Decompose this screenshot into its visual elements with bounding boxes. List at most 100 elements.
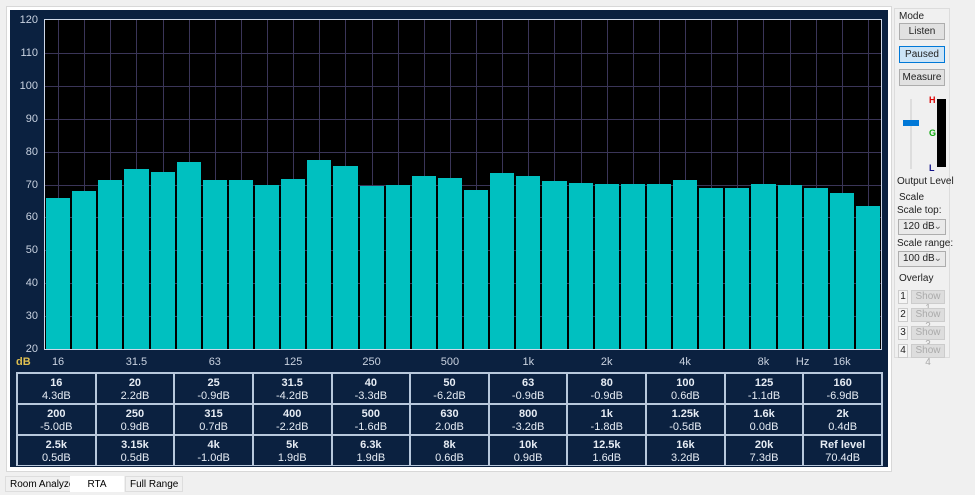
band-frequency: 63: [522, 377, 535, 389]
x-tick-label: 31.5: [125, 356, 148, 368]
band-frequency: 250: [125, 408, 145, 420]
output-level-label: Output Level: [897, 176, 954, 187]
x-tick-label: 16k: [832, 356, 851, 368]
band-frequency: 1.25k: [671, 408, 700, 420]
y-tick-label: 80: [25, 145, 38, 158]
band-cell: 1.6k 0.0dB: [724, 404, 804, 435]
overlay-3-select[interactable]: 3: [898, 326, 908, 340]
band-frequency: 2k: [836, 408, 849, 420]
bar-160: [307, 159, 332, 349]
band-deviation: -0.5dB: [669, 421, 702, 433]
y-tick-label: 100: [19, 79, 38, 92]
grid-line-h: [45, 52, 881, 54]
scale-top-select[interactable]: 120 dB ⌄: [898, 219, 946, 235]
x-tick-label: Hz: [795, 356, 810, 368]
bar-5k: [699, 188, 724, 349]
band-frequency: 500: [361, 408, 381, 420]
band-frequency: 16k: [676, 439, 695, 451]
band-deviation: -1.1dB: [747, 390, 781, 402]
bar-1.25k: [542, 181, 567, 349]
band-cell: 5k 1.9dB: [252, 435, 332, 466]
bar-10k: [777, 185, 802, 349]
band-deviation: -6.2dB: [433, 390, 466, 402]
band-deviation: -2.2dB: [276, 421, 309, 433]
show-overlay-4-button[interactable]: Show 4: [911, 344, 945, 368]
grid-line-h: [45, 151, 881, 153]
band-cell: Ref level 70.4dB: [803, 435, 882, 466]
band-deviation: 0.7dB: [199, 421, 228, 433]
band-frequency: 40: [364, 377, 377, 389]
bar-100: [255, 184, 280, 349]
scale-group-title: Scale: [899, 192, 925, 203]
band-cell: 800 -3.2dB: [488, 404, 568, 435]
measure-button[interactable]: Measure: [899, 69, 945, 86]
show-overlay-3-button[interactable]: Show 3: [911, 326, 945, 350]
y-tick-label: 20: [25, 343, 38, 355]
tab-full-range[interactable]: Full Range: [125, 476, 184, 492]
rta-plot: [44, 19, 882, 350]
band-cell: 31.5 -4.2dB: [252, 373, 332, 404]
band-deviation: 4.3dB: [41, 390, 71, 402]
chevron-down-icon: ⌄: [933, 253, 942, 264]
band-deviation: 7.3dB: [749, 452, 779, 464]
scale-range-select[interactable]: 100 dB ⌄: [898, 251, 946, 267]
band-cell: 2.5k 0.5dB: [17, 435, 96, 466]
y-tick-label: 90: [25, 112, 38, 125]
band-cell: 315 0.7dB: [174, 404, 253, 435]
band-frequency: 1k: [600, 408, 613, 420]
overlay-4-select[interactable]: 4: [898, 344, 908, 358]
scale-range-label: Scale range:: [897, 238, 954, 249]
band-frequency: 315: [204, 408, 223, 420]
overlay-2-select[interactable]: 2: [898, 308, 908, 322]
bar-250: [359, 185, 384, 349]
output-level-slider[interactable]: [901, 99, 921, 169]
band-frequency: 80: [600, 377, 613, 389]
paused-button[interactable]: Paused: [899, 46, 945, 63]
band-deviation: 2.0dB: [435, 421, 464, 433]
band-frequency: 2.5k: [45, 439, 68, 451]
band-deviation: -6.9dB: [826, 390, 859, 402]
band-frequency: 125: [754, 377, 774, 389]
y-tick-label: 40: [25, 277, 38, 290]
bar-500: [437, 177, 462, 349]
y-tick-label: 30: [25, 310, 38, 323]
overlay-1-select[interactable]: 1: [898, 290, 908, 304]
bar-125: [281, 178, 306, 349]
band-frequency: 20: [128, 377, 142, 389]
band-frequency: 630: [440, 408, 459, 420]
band-cell: 25 -0.9dB: [174, 373, 253, 404]
band-deviation: 70.4dB: [825, 452, 861, 464]
grid-line-h: [45, 118, 881, 120]
scale-range-value: 100 dB: [903, 253, 935, 264]
bar-16k: [829, 193, 854, 349]
band-frequency: 10k: [518, 439, 538, 451]
band-cell: 63 -0.9dB: [488, 373, 568, 404]
x-tick-label: 250: [362, 356, 381, 368]
band-frequency: 25: [207, 377, 220, 389]
band-cell: 4k -1.0dB: [174, 435, 253, 466]
x-tick-label: 2k: [600, 356, 613, 368]
band-frequency: 12.5k: [593, 439, 621, 451]
band-cell: 50 -6.2dB: [410, 373, 489, 404]
band-cell: 400 -2.2dB: [252, 404, 332, 435]
band-frequency: 5k: [286, 439, 299, 451]
listen-button[interactable]: Listen: [899, 23, 945, 40]
mode-group-title: Mode: [899, 11, 925, 22]
grid-line-h: [45, 85, 881, 87]
bar-6.3k: [725, 188, 750, 349]
band-deviation: 0.0dB: [749, 421, 779, 433]
band-deviation: 3.2dB: [671, 452, 700, 464]
tab-rta[interactable]: RTA: [70, 476, 124, 492]
band-cell: 1.25k -0.5dB: [646, 404, 725, 435]
bar-63: [202, 179, 227, 349]
band-deviation: 1.6dB: [592, 452, 622, 464]
x-tick-label: 4k: [679, 356, 691, 368]
show-overlay-2-button[interactable]: Show 2: [911, 308, 945, 332]
band-deviation: 0.4dB: [828, 421, 858, 433]
bar-12.5k: [803, 187, 828, 349]
slider-thumb[interactable]: [903, 120, 919, 126]
y-tick-label: 110: [20, 46, 38, 59]
x-tick-label: 16: [51, 356, 65, 368]
show-overlay-1-button[interactable]: Show 1: [911, 290, 945, 314]
bar-31.5: [124, 168, 149, 349]
